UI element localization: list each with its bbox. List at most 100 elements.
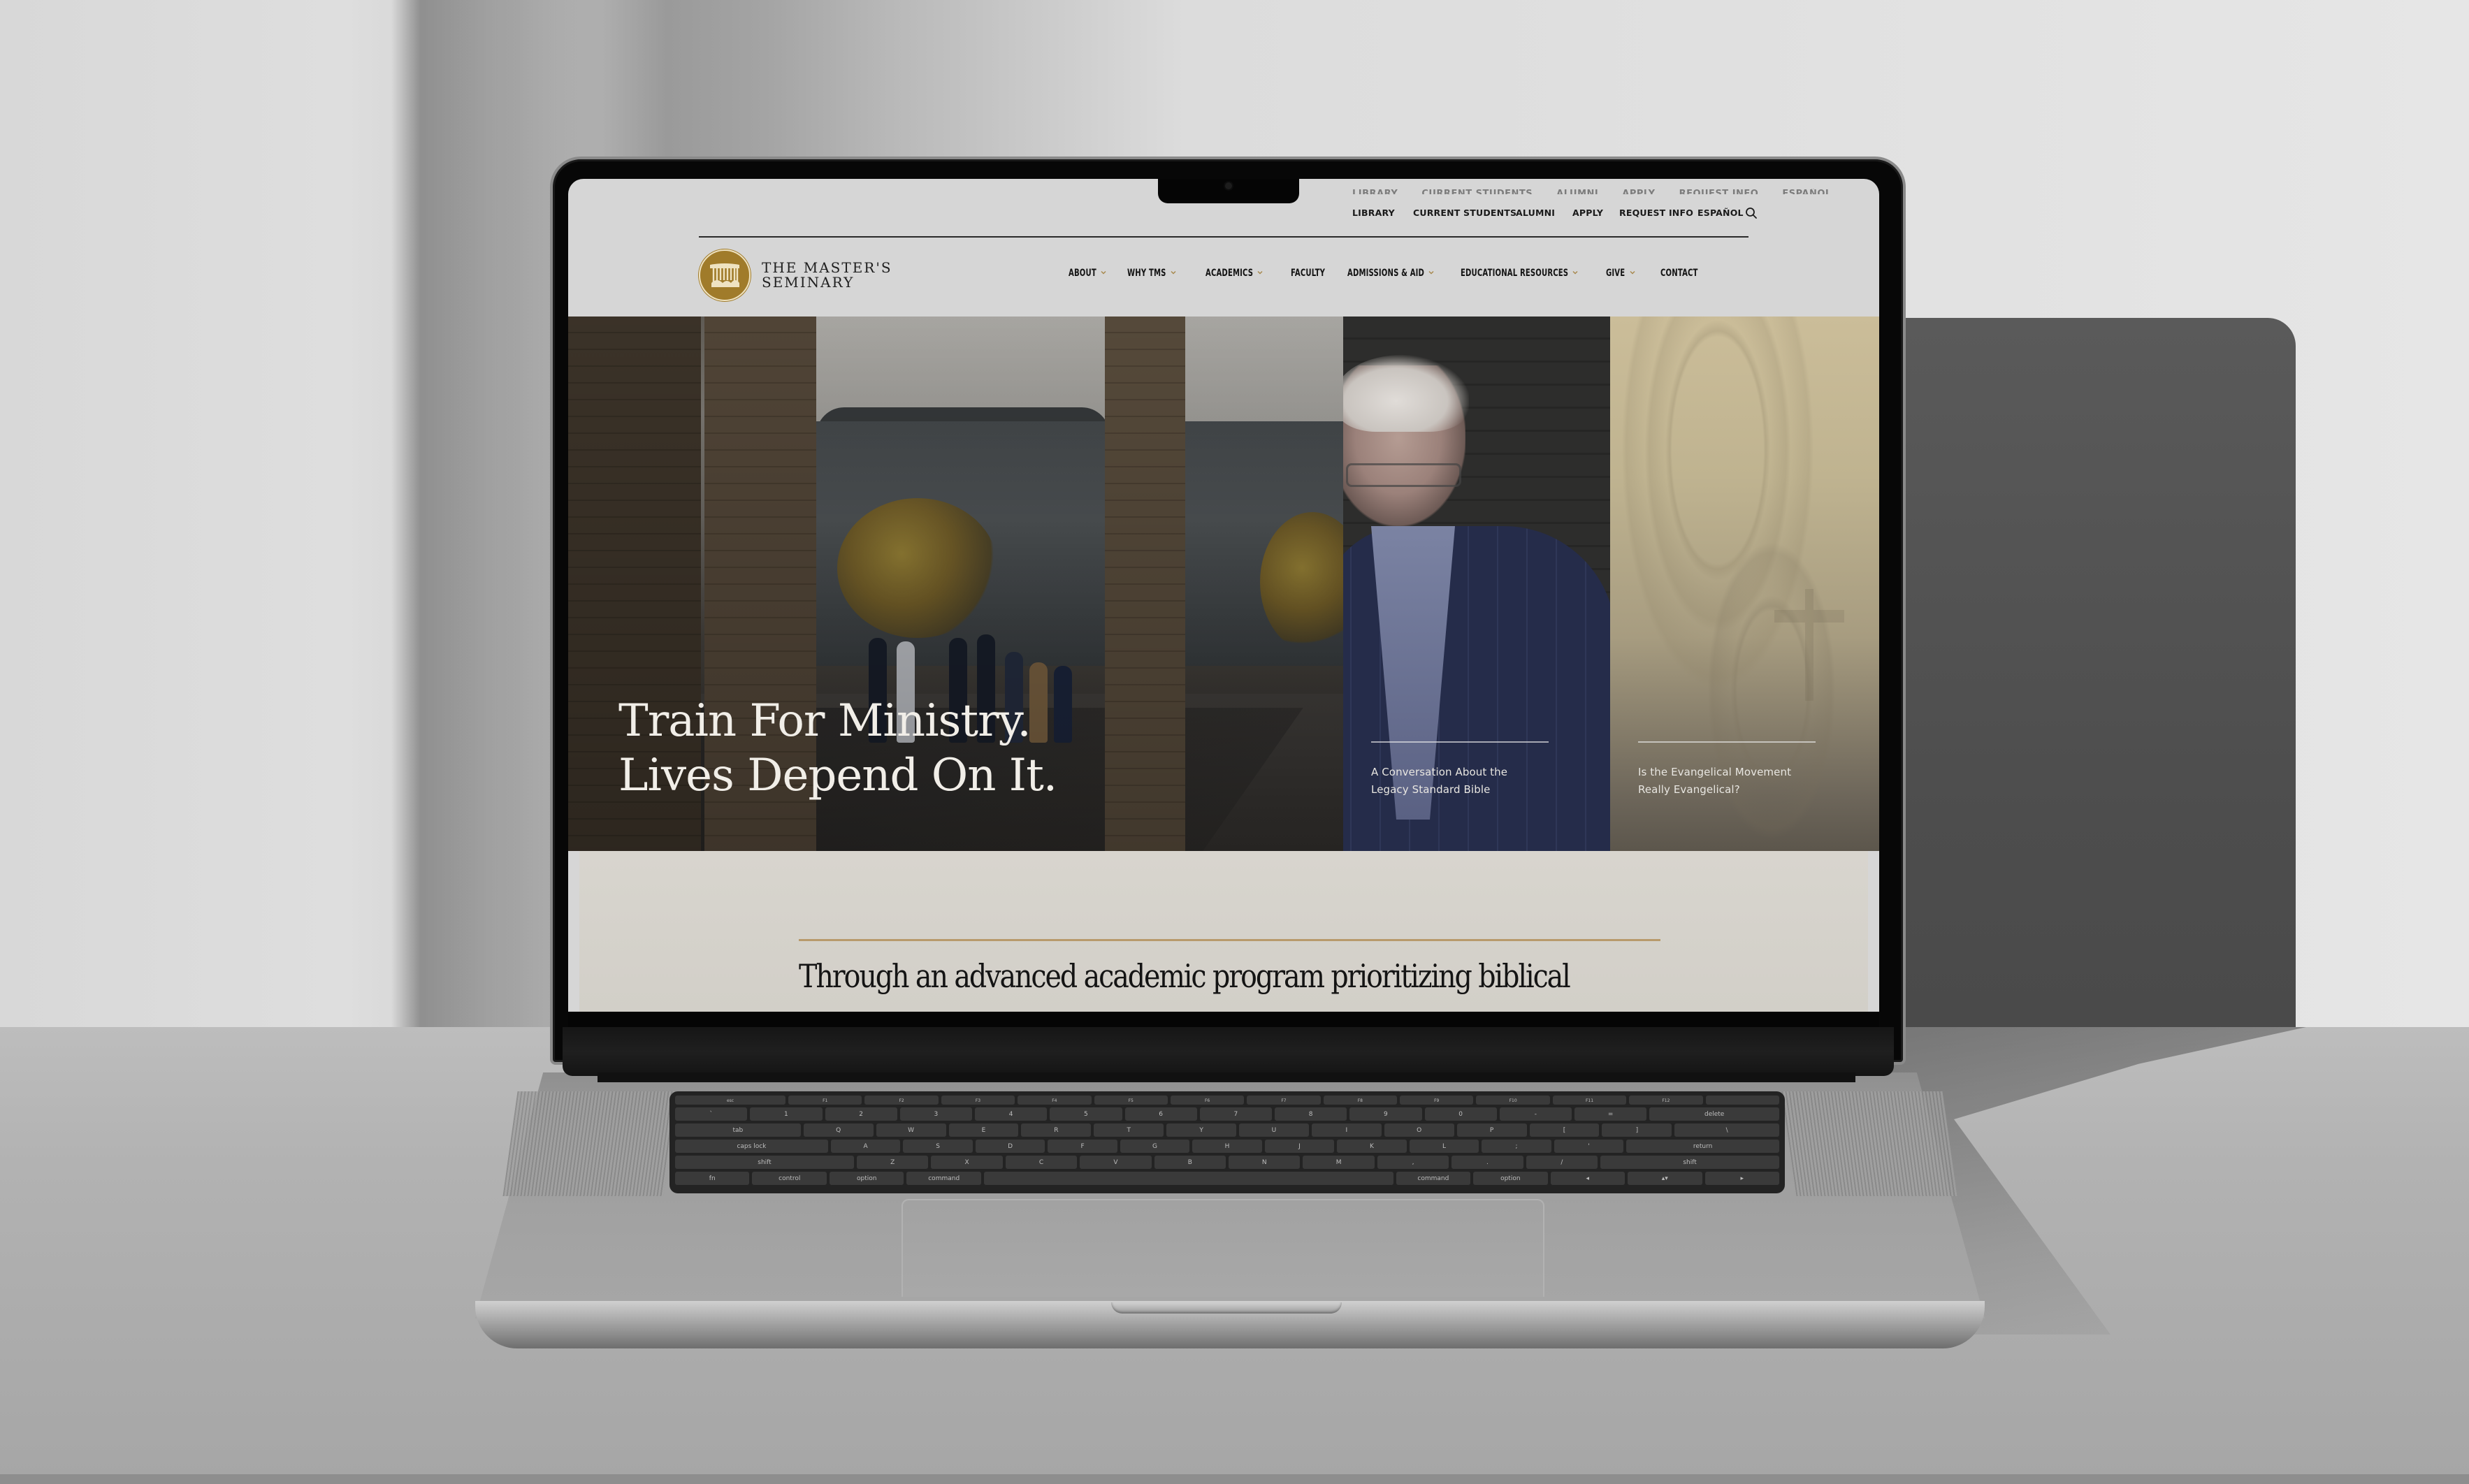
key[interactable]: F — [1048, 1140, 1117, 1154]
key[interactable]: ] — [1602, 1123, 1672, 1137]
key[interactable]: shift — [1600, 1156, 1780, 1170]
utility-link-apply[interactable]: APPLY — [1572, 208, 1603, 218]
nav-item-give[interactable]: GIVE — [1606, 268, 1635, 279]
key[interactable]: [ — [1529, 1123, 1600, 1137]
key[interactable]: fn — [675, 1172, 750, 1186]
key[interactable]: E — [948, 1123, 1019, 1137]
key[interactable]: K — [1337, 1140, 1407, 1154]
trackpad[interactable] — [902, 1199, 1544, 1297]
key[interactable]: F11 — [1552, 1096, 1627, 1105]
key[interactable]: W — [876, 1123, 946, 1137]
feature-card-lsb[interactable]: A Conversation About the Legacy Standard… — [1343, 317, 1610, 851]
key[interactable]: A — [830, 1140, 901, 1154]
nav-item-admissions-aid[interactable]: ADMISSIONS & AID — [1347, 268, 1434, 279]
key[interactable]: . — [1451, 1156, 1523, 1170]
key[interactable]: F7 — [1247, 1096, 1321, 1105]
nav-item-faculty[interactable]: FACULTY — [1291, 268, 1325, 279]
key[interactable]: ▴▾ — [1628, 1172, 1702, 1186]
key[interactable]: X — [931, 1156, 1003, 1170]
key[interactable]: Y — [1166, 1123, 1237, 1137]
key[interactable]: 3 — [899, 1107, 972, 1121]
key[interactable]: Z — [857, 1156, 929, 1170]
nav-item-label: ADMISSIONS & AID — [1347, 268, 1425, 279]
key[interactable]: O — [1384, 1123, 1454, 1137]
key[interactable]: \ — [1674, 1123, 1780, 1137]
key[interactable]: G — [1120, 1140, 1190, 1154]
key[interactable]: F2 — [864, 1096, 939, 1105]
key[interactable]: caps lock — [675, 1140, 828, 1154]
key[interactable]: H — [1192, 1140, 1262, 1154]
key[interactable]: F6 — [1170, 1096, 1245, 1105]
nav-item-why-tms[interactable]: WHY TMS — [1127, 268, 1176, 279]
key[interactable] — [983, 1172, 1393, 1186]
key[interactable]: N — [1229, 1156, 1301, 1170]
key[interactable]: - — [1499, 1107, 1572, 1121]
key[interactable]: L — [1409, 1140, 1479, 1154]
key[interactable]: delete — [1649, 1107, 1780, 1121]
key[interactable]: shift — [675, 1156, 854, 1170]
key[interactable]: 0 — [1424, 1107, 1497, 1121]
key[interactable]: F9 — [1400, 1096, 1474, 1105]
nav-item-about[interactable]: ABOUT — [1069, 268, 1106, 279]
nav-item-educational-resources[interactable]: EDUCATIONAL RESOURCES — [1461, 268, 1578, 279]
key[interactable]: Q — [803, 1123, 874, 1137]
key[interactable]: U — [1239, 1123, 1309, 1137]
key[interactable]: option — [1473, 1172, 1548, 1186]
key[interactable]: M — [1303, 1156, 1375, 1170]
key[interactable]: ` — [675, 1107, 748, 1121]
key[interactable]: option — [829, 1172, 904, 1186]
key[interactable]: ; — [1482, 1140, 1551, 1154]
key[interactable]: C — [1005, 1156, 1078, 1170]
key[interactable]: 4 — [975, 1107, 1048, 1121]
key[interactable]: ' — [1554, 1140, 1624, 1154]
key[interactable]: = — [1574, 1107, 1647, 1121]
key[interactable]: D — [975, 1140, 1045, 1154]
key[interactable]: T — [1094, 1123, 1164, 1137]
key[interactable]: I — [1311, 1123, 1382, 1137]
key[interactable]: return — [1626, 1140, 1780, 1154]
key[interactable]: , — [1377, 1156, 1449, 1170]
key[interactable]: / — [1526, 1156, 1598, 1170]
key[interactable] — [1705, 1096, 1779, 1105]
key[interactable]: esc — [675, 1096, 786, 1105]
key[interactable]: F5 — [1094, 1096, 1168, 1105]
key[interactable]: 9 — [1349, 1107, 1422, 1121]
key[interactable]: J — [1264, 1140, 1335, 1154]
utility-link-espanol[interactable]: ESPAÑOL — [1697, 208, 1744, 218]
key[interactable]: control — [752, 1172, 827, 1186]
utility-link-current-students[interactable]: CURRENT STUDENTS — [1413, 208, 1516, 218]
key[interactable]: F12 — [1629, 1096, 1703, 1105]
search-icon[interactable] — [1745, 207, 1758, 219]
key[interactable]: 5 — [1050, 1107, 1122, 1121]
site-logo[interactable]: THE MASTER'S SEMINARY — [699, 249, 892, 301]
key[interactable]: V — [1080, 1156, 1152, 1170]
key[interactable]: command — [1396, 1172, 1471, 1186]
utility-link-library[interactable]: LIBRARY — [1352, 208, 1395, 218]
key[interactable]: 6 — [1124, 1107, 1197, 1121]
key[interactable]: 8 — [1275, 1107, 1347, 1121]
key[interactable]: F4 — [1018, 1096, 1092, 1105]
key[interactable]: ◂ — [1550, 1172, 1626, 1186]
key[interactable]: command — [906, 1172, 981, 1186]
key[interactable]: F8 — [1323, 1096, 1398, 1105]
hero-main-panel[interactable]: Train For Ministry. Lives Depend On It. — [568, 317, 1343, 851]
logo-line-2: SEMINARY — [762, 274, 855, 291]
feature-card-evangelical[interactable]: Is the Evangelical Movement Really Evang… — [1610, 317, 1879, 851]
key[interactable]: B — [1154, 1156, 1226, 1170]
nav-item-contact[interactable]: CONTACT — [1660, 268, 1698, 279]
key[interactable]: 1 — [750, 1107, 823, 1121]
key[interactable]: F1 — [788, 1096, 862, 1105]
key[interactable]: P — [1456, 1123, 1527, 1137]
key[interactable]: R — [1021, 1123, 1092, 1137]
utility-link-alumni[interactable]: ALUMNI — [1516, 208, 1555, 218]
hero-section: Train For Ministry. Lives Depend On It. … — [568, 317, 1879, 851]
utility-link-request-info[interactable]: REQUEST INFO — [1619, 208, 1693, 218]
nav-item-academics[interactable]: ACADEMICS — [1205, 268, 1263, 279]
key[interactable]: F3 — [941, 1096, 1015, 1105]
key[interactable]: F10 — [1476, 1096, 1550, 1105]
key[interactable]: 2 — [825, 1107, 897, 1121]
key[interactable]: ▸ — [1704, 1172, 1780, 1186]
key[interactable]: S — [903, 1140, 973, 1154]
key[interactable]: 7 — [1199, 1107, 1272, 1121]
key[interactable]: tab — [675, 1123, 801, 1137]
